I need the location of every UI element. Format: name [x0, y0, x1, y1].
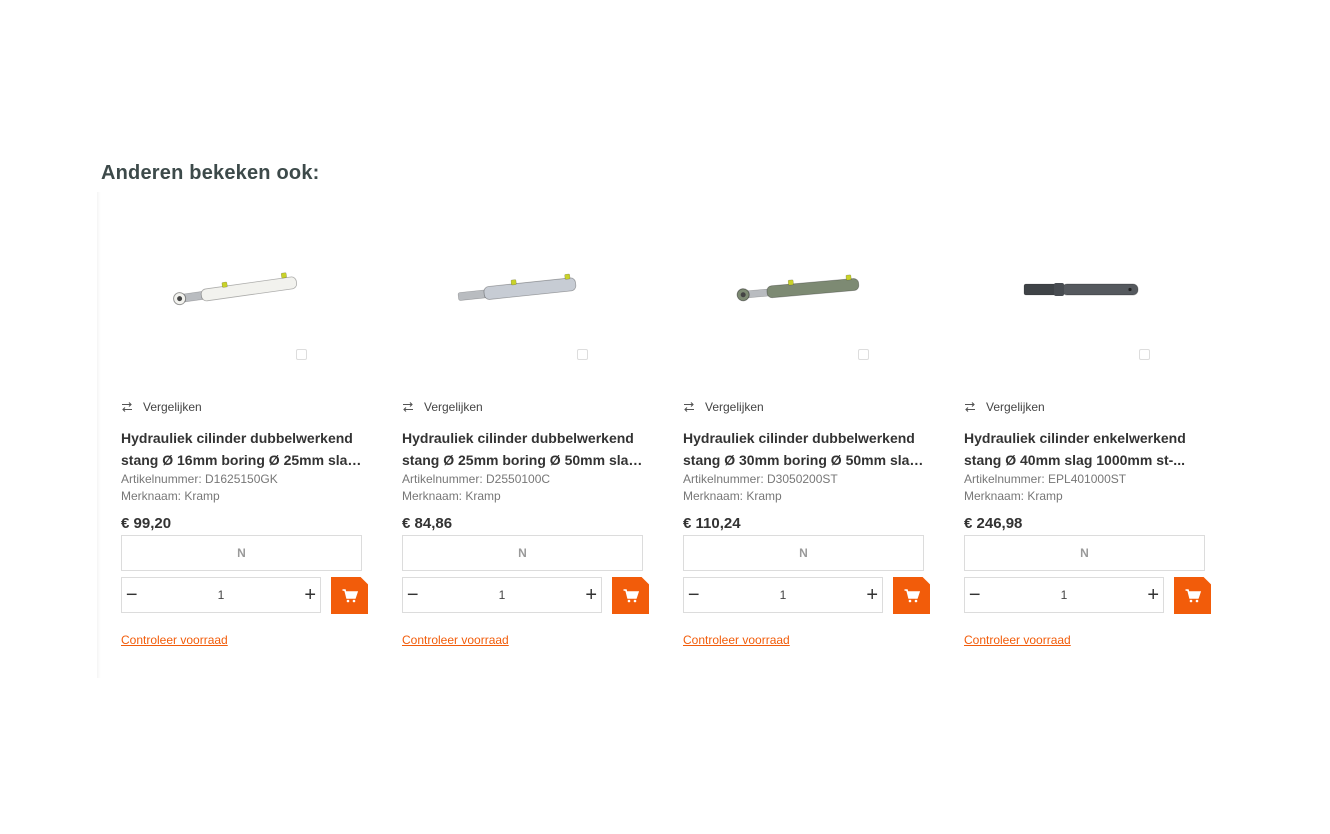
product-image[interactable]: [964, 215, 1214, 365]
shopping-cart-icon: [342, 588, 358, 602]
brand-name: Merknaam: Kramp: [964, 489, 1063, 503]
quantity-input[interactable]: [984, 587, 1144, 603]
product-price: € 84,86: [402, 515, 453, 532]
compare-arrows-icon: [122, 402, 132, 412]
compare-toggle[interactable]: Vergelijken: [402, 400, 483, 414]
compare-toggle[interactable]: Vergelijken: [683, 400, 764, 414]
article-number: Artikelnummer: EPL401000ST: [964, 472, 1127, 486]
unit-select[interactable]: N: [402, 535, 643, 571]
image-checkbox[interactable]: [577, 349, 588, 360]
product-image[interactable]: [683, 215, 933, 365]
decrease-quantity-button[interactable]: −: [403, 578, 423, 612]
compare-toggle[interactable]: Vergelijken: [964, 400, 1045, 414]
quantity-stepper: − +: [402, 577, 602, 613]
add-to-cart-button[interactable]: [893, 577, 930, 614]
image-checkbox[interactable]: [1139, 349, 1150, 360]
hydraulic-cylinder-image: [457, 273, 577, 301]
compare-label: Vergelijken: [986, 400, 1045, 414]
hydraulic-cylinder-image: [1023, 283, 1139, 296]
product-image[interactable]: [402, 215, 652, 365]
quantity-input[interactable]: [703, 587, 863, 603]
product-title-link[interactable]: Hydrauliek cilinder dubbelwerkend stang …: [402, 427, 647, 471]
shopping-cart-icon: [904, 588, 920, 602]
product-price: € 110,24: [683, 515, 741, 532]
quantity-stepper: − +: [121, 577, 321, 613]
product-image[interactable]: [121, 215, 371, 365]
decrease-quantity-button[interactable]: −: [684, 578, 704, 612]
image-checkbox[interactable]: [858, 349, 869, 360]
article-number: Artikelnummer: D2550100C: [402, 472, 551, 486]
quantity-input[interactable]: [141, 587, 301, 603]
carousel-edge: [97, 192, 101, 678]
image-checkbox[interactable]: [296, 349, 307, 360]
hydraulic-cylinder-image: [736, 274, 860, 302]
add-to-cart-button[interactable]: [1174, 577, 1211, 614]
shopping-cart-icon: [623, 588, 639, 602]
add-to-cart-button[interactable]: [331, 577, 368, 614]
brand-name: Merknaam: Kramp: [402, 489, 501, 503]
check-stock-link[interactable]: Controleer voorraad: [964, 633, 1071, 647]
product-title-link[interactable]: Hydrauliek cilinder dubbelwerkend stang …: [683, 427, 928, 471]
compare-arrows-icon: [403, 402, 413, 412]
product-card: Vergelijken Hydrauliek cilinder dubbelwe…: [402, 215, 652, 655]
compare-label: Vergelijken: [424, 400, 483, 414]
unit-select[interactable]: N: [683, 535, 924, 571]
product-price: € 246,98: [964, 515, 1023, 532]
shopping-cart-icon: [1185, 588, 1201, 602]
product-title-link[interactable]: Hydrauliek cilinder dubbelwerkend stang …: [121, 427, 366, 471]
increase-quantity-button[interactable]: +: [1144, 578, 1164, 612]
product-price: € 99,20: [121, 515, 172, 532]
increase-quantity-button[interactable]: +: [301, 578, 321, 612]
compare-arrows-icon: [965, 402, 975, 412]
check-stock-link[interactable]: Controleer voorraad: [402, 633, 509, 647]
compare-label: Vergelijken: [705, 400, 764, 414]
compare-arrows-icon: [684, 402, 694, 412]
increase-quantity-button[interactable]: +: [582, 578, 602, 612]
check-stock-link[interactable]: Controleer voorraad: [121, 633, 228, 647]
decrease-quantity-button[interactable]: −: [122, 578, 142, 612]
unit-select[interactable]: N: [121, 535, 362, 571]
brand-name: Merknaam: Kramp: [683, 489, 782, 503]
unit-select[interactable]: N: [964, 535, 1205, 571]
check-stock-link[interactable]: Controleer voorraad: [683, 633, 790, 647]
add-to-cart-button[interactable]: [612, 577, 649, 614]
article-number: Artikelnummer: D3050200ST: [683, 472, 838, 486]
brand-name: Merknaam: Kramp: [121, 489, 220, 503]
product-card: Vergelijken Hydrauliek cilinder enkelwer…: [964, 215, 1214, 655]
quantity-stepper: − +: [964, 577, 1164, 613]
decrease-quantity-button[interactable]: −: [965, 578, 985, 612]
increase-quantity-button[interactable]: +: [863, 578, 883, 612]
compare-label: Vergelijken: [143, 400, 202, 414]
hydraulic-cylinder-image: [173, 272, 298, 306]
article-number: Artikelnummer: D1625150GK: [121, 472, 278, 486]
product-title-link[interactable]: Hydrauliek cilinder enkelwerkend stang Ø…: [964, 427, 1209, 471]
quantity-input[interactable]: [422, 587, 582, 603]
section-title: Anderen bekeken ook:: [101, 162, 320, 184]
compare-toggle[interactable]: Vergelijken: [121, 400, 202, 414]
quantity-stepper: − +: [683, 577, 883, 613]
product-card: Vergelijken Hydrauliek cilinder dubbelwe…: [121, 215, 371, 655]
product-card: Vergelijken Hydrauliek cilinder dubbelwe…: [683, 215, 933, 655]
